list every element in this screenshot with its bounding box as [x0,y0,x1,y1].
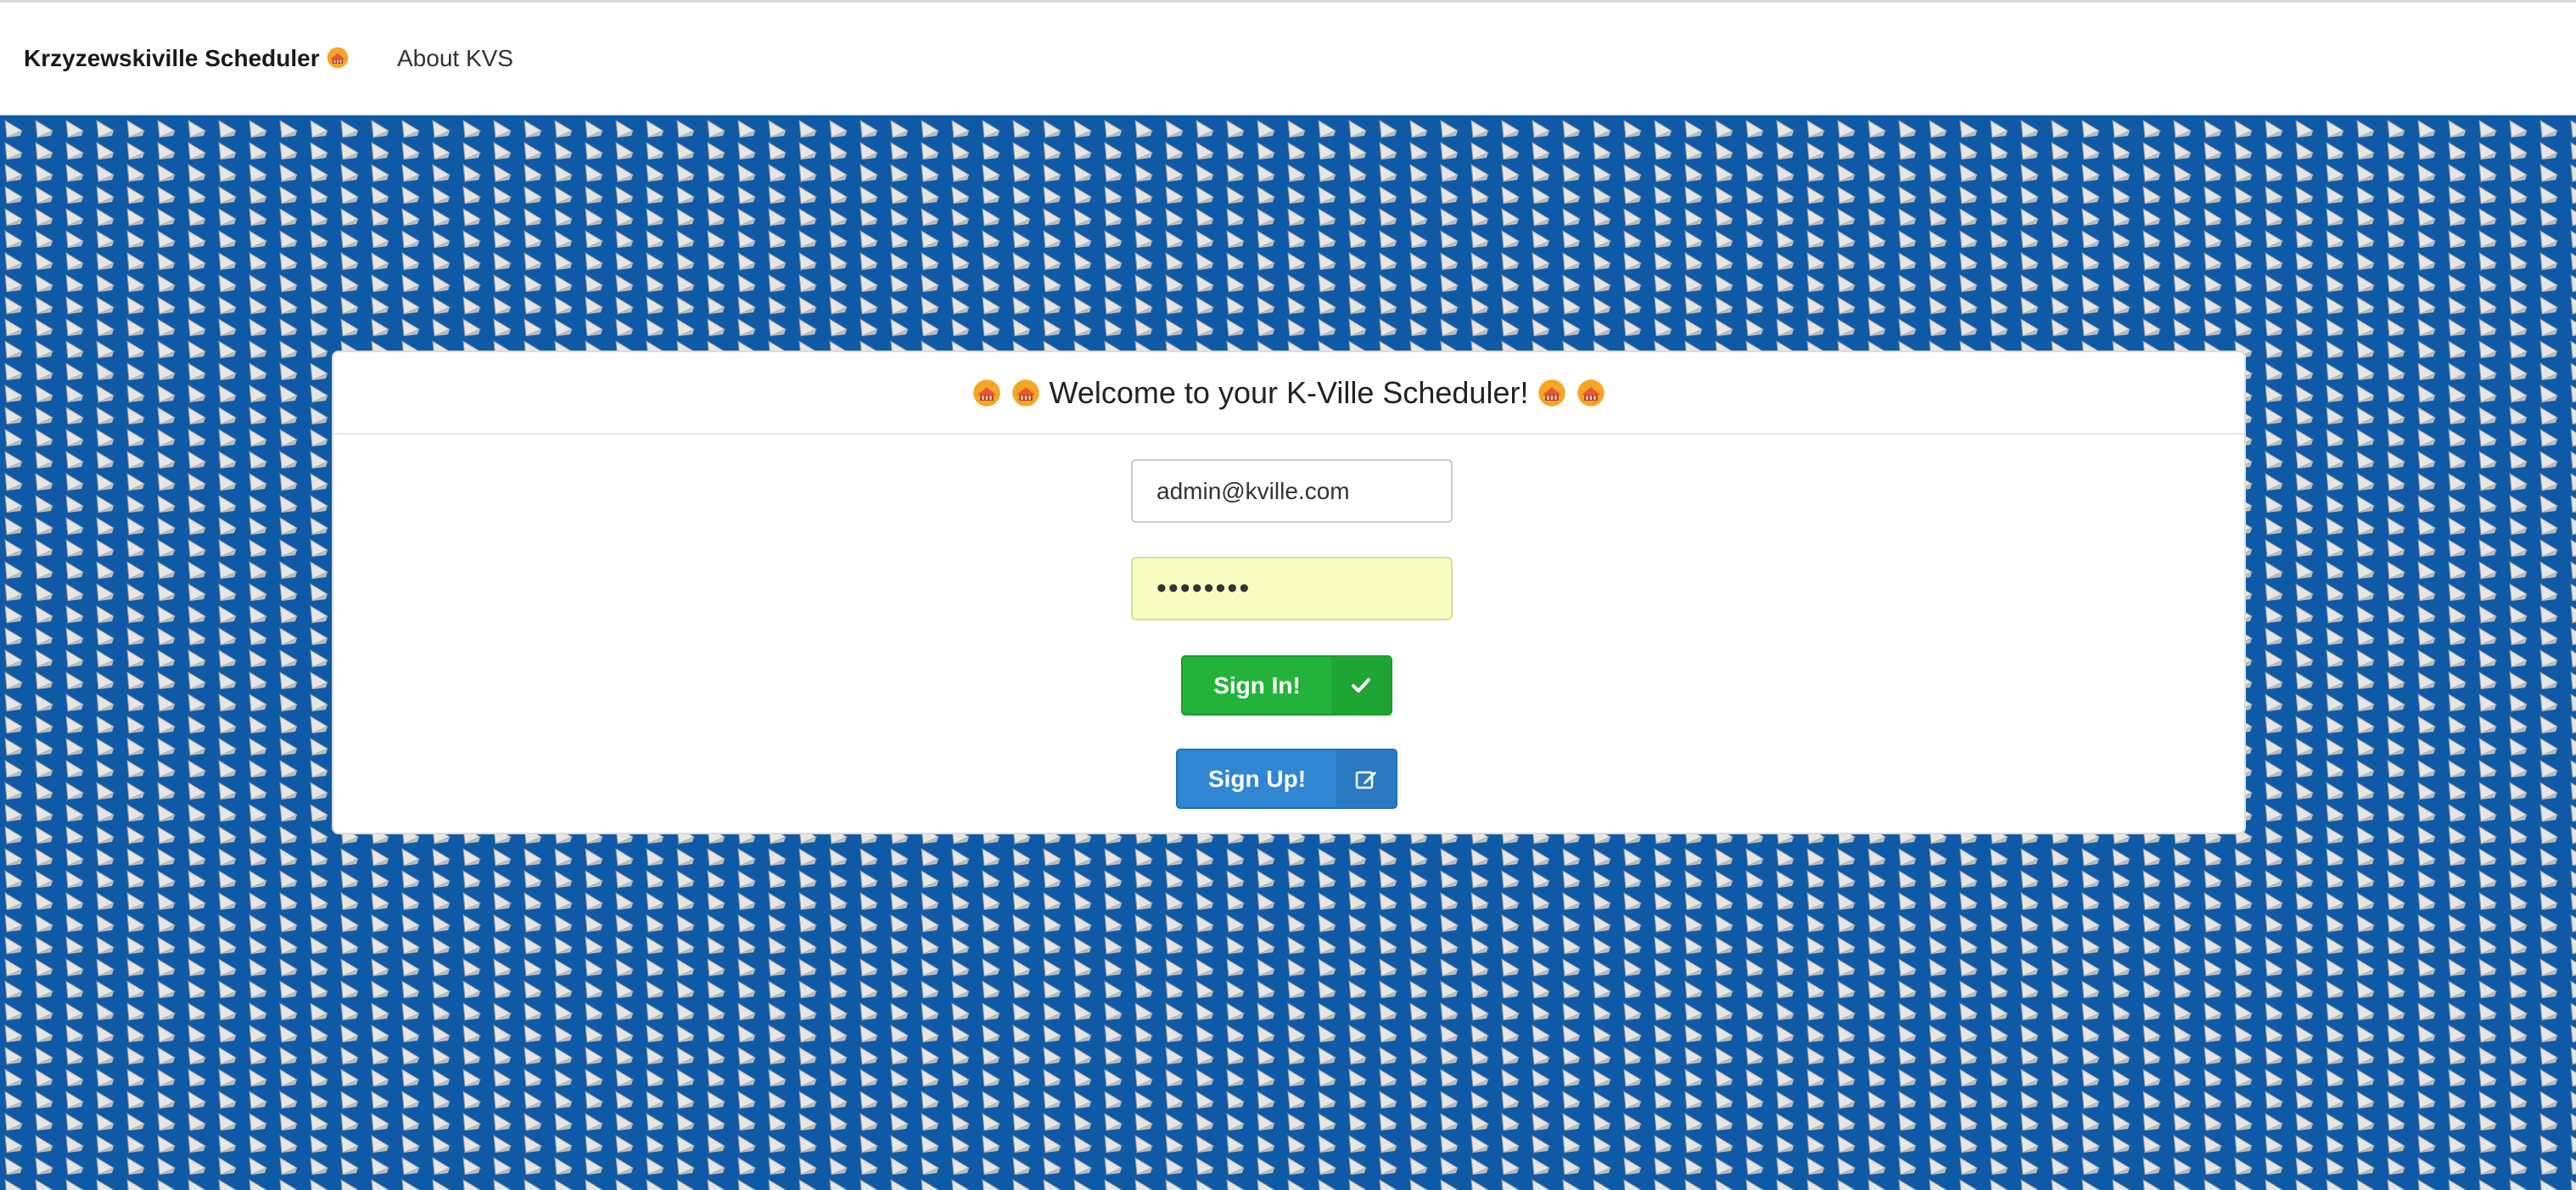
sign-in-button[interactable]: Sign In! [1181,655,1392,716]
about-link[interactable]: About KVS [397,45,513,72]
panel-heading: Welcome to your K-Ville Scheduler! [333,352,2244,435]
brand-label: Krzyzewskiville Scheduler [24,45,320,71]
brand-link[interactable]: Krzyzewskiville Scheduler [24,45,350,72]
edit-icon [1336,750,1396,807]
tent-emoji-icon [972,378,1002,408]
check-icon [1331,657,1391,714]
tent-emoji-icon [1537,378,1567,408]
title-text: Welcome to your K-Ville Scheduler! [1049,374,1529,410]
tent-emoji-icon [1011,378,1041,408]
tent-emoji-icon [326,46,350,70]
tent-emoji-icon [1576,378,1606,408]
sign-in-label: Sign In! [1213,671,1301,699]
password-field[interactable] [1131,557,1453,620]
sign-up-label: Sign Up! [1207,765,1307,792]
top-navbar: Krzyzewskiville Scheduler About KVS [0,0,2576,115]
sign-up-button[interactable]: Sign Up! [1176,749,1397,809]
login-panel: Welcome to your K-Ville Scheduler! Sign … [332,351,2246,834]
email-field[interactable] [1131,459,1453,523]
page-title: Welcome to your K-Ville Scheduler! [972,375,1607,411]
